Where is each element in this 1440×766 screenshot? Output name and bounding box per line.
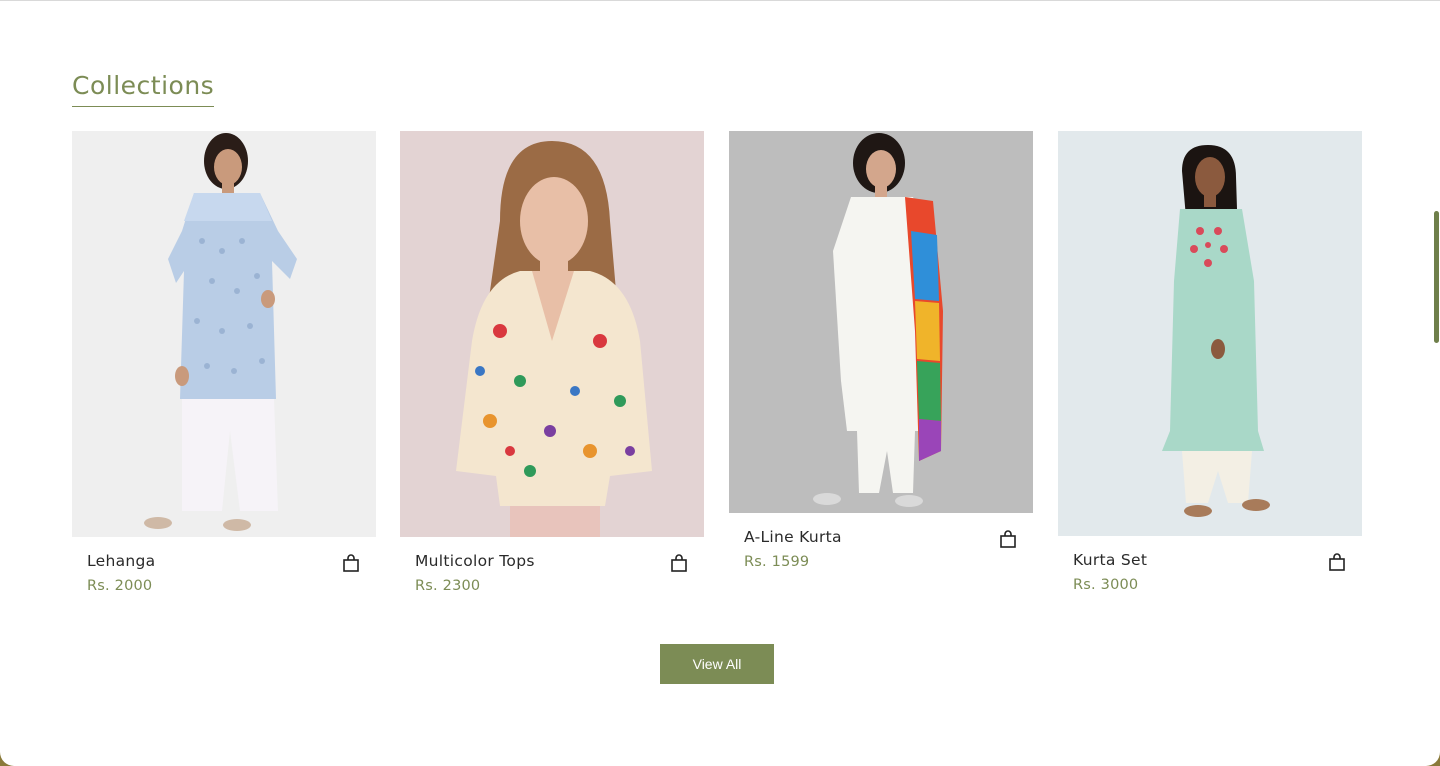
product-name[interactable]: Multicolor Tops (415, 552, 689, 570)
product-info: A-Line Kurta Rs. 1599 (729, 513, 1033, 570)
product-info: Kurta Set Rs. 3000 (1058, 536, 1362, 593)
product-card-multicolor-tops[interactable]: Multicolor Tops Rs. 2300 (400, 131, 704, 594)
view-all-button[interactable]: View All (660, 644, 774, 684)
product-name[interactable]: Lehanga (87, 552, 361, 570)
product-price: Rs. 3000 (1073, 577, 1139, 593)
product-photo-multicolor-tops (400, 131, 704, 537)
product-photo-a-line-kurta (729, 131, 1033, 513)
product-card-kurta-set[interactable]: Kurta Set Rs. 3000 (1058, 131, 1362, 593)
product-image[interactable] (729, 131, 1033, 513)
product-price: Rs. 2300 (415, 578, 481, 594)
shopping-bag-icon[interactable] (1328, 552, 1346, 572)
section-title: Collections (72, 71, 215, 107)
shopping-bag-icon[interactable] (670, 553, 688, 573)
product-info: Lehanga Rs. 2000 (72, 537, 376, 594)
product-name[interactable]: Kurta Set (1073, 551, 1347, 569)
product-info: Multicolor Tops Rs. 2300 (400, 537, 704, 594)
product-card-lehanga[interactable]: Lehanga Rs. 2000 (72, 131, 376, 594)
product-card-a-line-kurta[interactable]: A-Line Kurta Rs. 1599 (729, 131, 1033, 570)
shopping-bag-icon[interactable] (342, 553, 360, 573)
product-image[interactable] (72, 131, 376, 537)
product-name[interactable]: A-Line Kurta (744, 528, 1018, 546)
product-price: Rs. 1599 (744, 554, 810, 570)
product-photo-kurta-set (1058, 131, 1362, 536)
shopping-bag-icon[interactable] (999, 529, 1017, 549)
product-price: Rs. 2000 (87, 578, 153, 594)
collections-page: Collections Lehanga Rs. 2000 Multicolor … (0, 0, 1440, 766)
product-image[interactable] (1058, 131, 1362, 536)
product-photo-lehanga (72, 131, 376, 537)
scrollbar-thumb[interactable] (1434, 211, 1439, 343)
product-image[interactable] (400, 131, 704, 537)
